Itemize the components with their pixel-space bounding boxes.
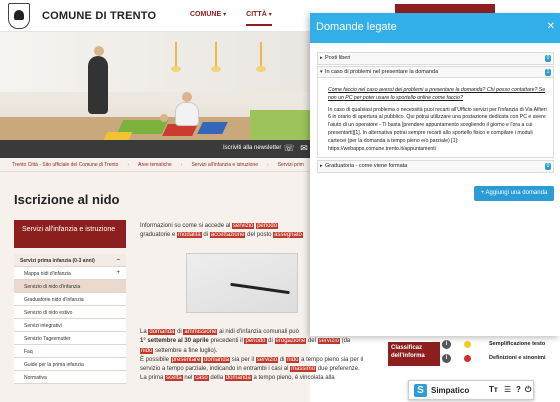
yellow-dot-icon — [464, 341, 471, 348]
highlighted-word[interactable]: periodo — [256, 223, 279, 229]
highlighted-word[interactable]: periodo — [244, 338, 267, 345]
main-nav: COMUNE ▾ CITTÀ ▾ — [190, 11, 272, 26]
article-image — [186, 253, 298, 313]
help-icon[interactable]: ? — [516, 385, 521, 394]
phone-icon[interactable]: ☏ — [283, 142, 295, 154]
highlighted-word[interactable]: servizio — [317, 338, 340, 345]
question-link[interactable]: Come faccio nel caso avessi dei problemi… — [328, 87, 548, 103]
dialog-header: Domande legate ✕ — [310, 13, 560, 43]
sidebar-item-mappa-nidi[interactable]: Mappa nidi d'infanzia + — [14, 267, 126, 280]
classification-box: Classificaz dell'informa — [388, 342, 440, 366]
highlighted-word[interactable]: erogazione — [274, 338, 307, 345]
answer-text: In caso di qualsiasi problema o necessit… — [328, 106, 547, 152]
article-body: La domanda di ammissione ai nidi d'infan… — [140, 329, 364, 382]
accordion-item-posti-liberi[interactable]: ▸ Posti liberi 0 — [317, 52, 554, 65]
accordion-item-graduatoria[interactable]: ▸ Graduatoria - come viene formata 0 — [317, 160, 554, 173]
dialog-title: Domande legate — [316, 21, 397, 33]
sidebar-item-guide[interactable]: Guide per la prima infanzia — [14, 358, 126, 371]
count-badge: 1 — [545, 69, 551, 76]
caret-right-icon: ▸ — [320, 163, 323, 169]
newsletter-link[interactable]: Iscriviti alla newsletter — [223, 145, 281, 151]
red-dot-icon — [464, 355, 471, 362]
caret-down-icon: ▾ — [320, 69, 323, 75]
expand-icon[interactable]: + — [116, 270, 120, 276]
sidebar-item-servizio-nido[interactable]: Servizio di nido d'infanzia — [14, 280, 126, 293]
highlighted-word[interactable]: domanda — [148, 329, 176, 335]
breadcrumb-item[interactable]: Aree tematiche — [138, 162, 172, 168]
list-icon[interactable]: ☰ — [504, 385, 511, 394]
add-question-button[interactable]: + Aggiungi una domanda — [474, 186, 554, 201]
sidebar-menu: Servizi prima infanzia (0-3 anni) – Mappa… — [14, 254, 126, 384]
highlighted-word[interactable]: domanda — [224, 375, 252, 382]
nav-comune[interactable]: COMUNE ▾ — [190, 11, 226, 26]
highlighted-word[interactable]: scelta — [165, 375, 183, 382]
nav-citta[interactable]: CITTÀ ▾ — [246, 11, 272, 26]
legend-label: Definizioni e sinonimi — [489, 355, 546, 361]
info-icon[interactable]: i — [442, 340, 451, 349]
sidebar-item-normativa[interactable]: Normativa — [14, 371, 126, 384]
legend-label: Semplificazione testo — [489, 341, 546, 347]
accordion-content: Come faccio nel caso avessi dei problemi… — [328, 87, 548, 153]
highlighted-word[interactable]: servizio — [255, 356, 279, 363]
mail-icon[interactable]: ✉ — [298, 142, 310, 154]
highlighted-word[interactable]: domanda — [203, 356, 231, 363]
sidebar-item-prima-infanzia[interactable]: Servizi prima infanzia (0-3 anni) – — [14, 254, 126, 267]
sidebar-heading[interactable]: Servizi all'infanzia e istruzione — [14, 220, 126, 248]
chevron-down-icon: ▾ — [268, 12, 272, 18]
info-icon[interactable]: i — [442, 354, 451, 363]
simpatico-name: Simpatico — [431, 386, 470, 395]
highlighted-word[interactable]: presentare — [170, 356, 202, 363]
sidebar-item-nido-estivo[interactable]: Servizio di nido estivo — [14, 306, 126, 319]
count-badge: 0 — [545, 163, 551, 170]
simpatico-toolbar: S Simpatico Tт ☰ ? ⏻ — [408, 380, 534, 400]
sidebar-item-servizi-integrativi[interactable]: Servizi integrativi — [14, 319, 126, 332]
breadcrumb: Trento Città - Sito ufficiale del Comune… — [0, 158, 310, 172]
simplification-legend: i Semplificazione testo i Definizioni e … — [440, 338, 560, 366]
highlighted-word[interactable]: massimo — [290, 366, 317, 373]
highlighted-word[interactable]: nido — [140, 347, 154, 354]
breadcrumb-item[interactable]: Trento Città - Sito ufficiale del Comune… — [12, 162, 118, 168]
caret-right-icon: ▸ — [320, 55, 323, 61]
collapse-icon[interactable]: – — [117, 257, 120, 263]
highlighted-word[interactable]: modalità — [177, 232, 202, 239]
sidebar-item-faq[interactable]: Faq — [14, 345, 126, 358]
highlighted-word[interactable]: servizio — [232, 223, 255, 229]
breadcrumb-item[interactable]: Servizi all'infanzia e istruzione — [191, 162, 258, 168]
highlighted-word[interactable]: assegnato — [273, 232, 303, 239]
simpatico-logo-icon[interactable]: S — [414, 384, 427, 397]
highlighted-word[interactable]: accettazione — [209, 232, 246, 239]
sidebar-item-graduatorie[interactable]: Graduatorie nido d'infanzia — [14, 293, 126, 306]
count-badge: 0 — [545, 55, 551, 62]
site-brand[interactable]: COMUNE DI TRENTO — [42, 10, 156, 22]
close-icon[interactable]: ✕ — [547, 21, 555, 32]
highlighted-word[interactable]: nido — [286, 356, 300, 363]
highlighted-word[interactable]: ammissione — [183, 329, 218, 335]
sidebar-item-tagesmutter[interactable]: Servizio Tagesmutter — [14, 332, 126, 345]
breadcrumb-item[interactable]: Servizi prim — [278, 162, 304, 168]
power-icon[interactable]: ⏻ — [525, 385, 531, 395]
page-title: Iscrizione al nido — [14, 192, 120, 207]
highlighted-word[interactable]: caso — [194, 375, 209, 382]
text-size-icon[interactable]: Tт — [489, 385, 498, 394]
article-intro: Informazioni su come si accede al serviz… — [140, 223, 303, 239]
coat-of-arms-logo[interactable] — [8, 3, 30, 29]
newsletter-bar: Iscriviti alla newsletter ☏ ✉ — [0, 140, 310, 158]
hero-image — [0, 32, 310, 157]
chevron-down-icon: ▾ — [223, 12, 227, 18]
